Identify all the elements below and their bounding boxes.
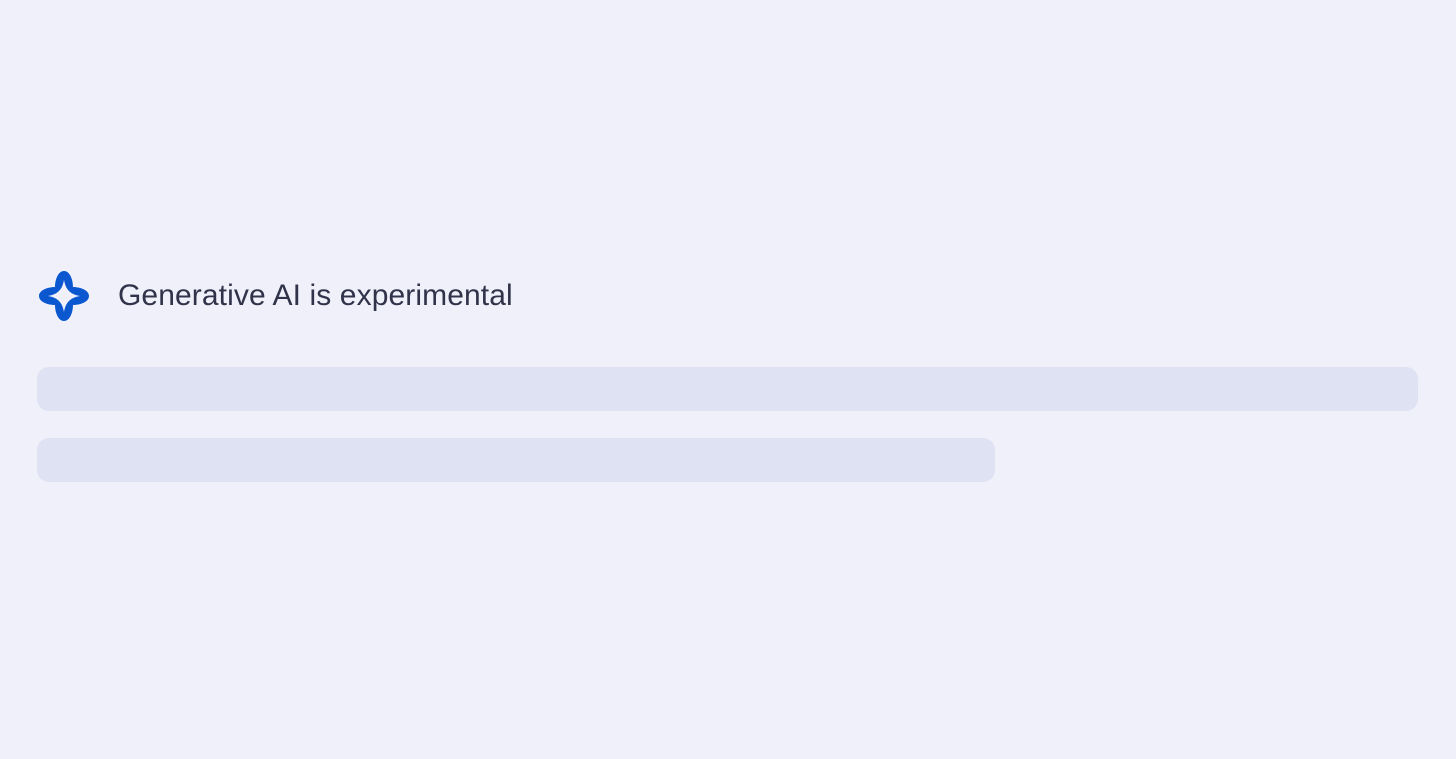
ai-banner-header: Generative AI is experimental xyxy=(36,268,513,324)
page-title: Generative AI is experimental xyxy=(118,279,513,312)
sparkle-icon xyxy=(36,268,92,324)
loading-placeholder-line xyxy=(37,438,995,482)
loading-placeholder-line xyxy=(37,367,1418,411)
